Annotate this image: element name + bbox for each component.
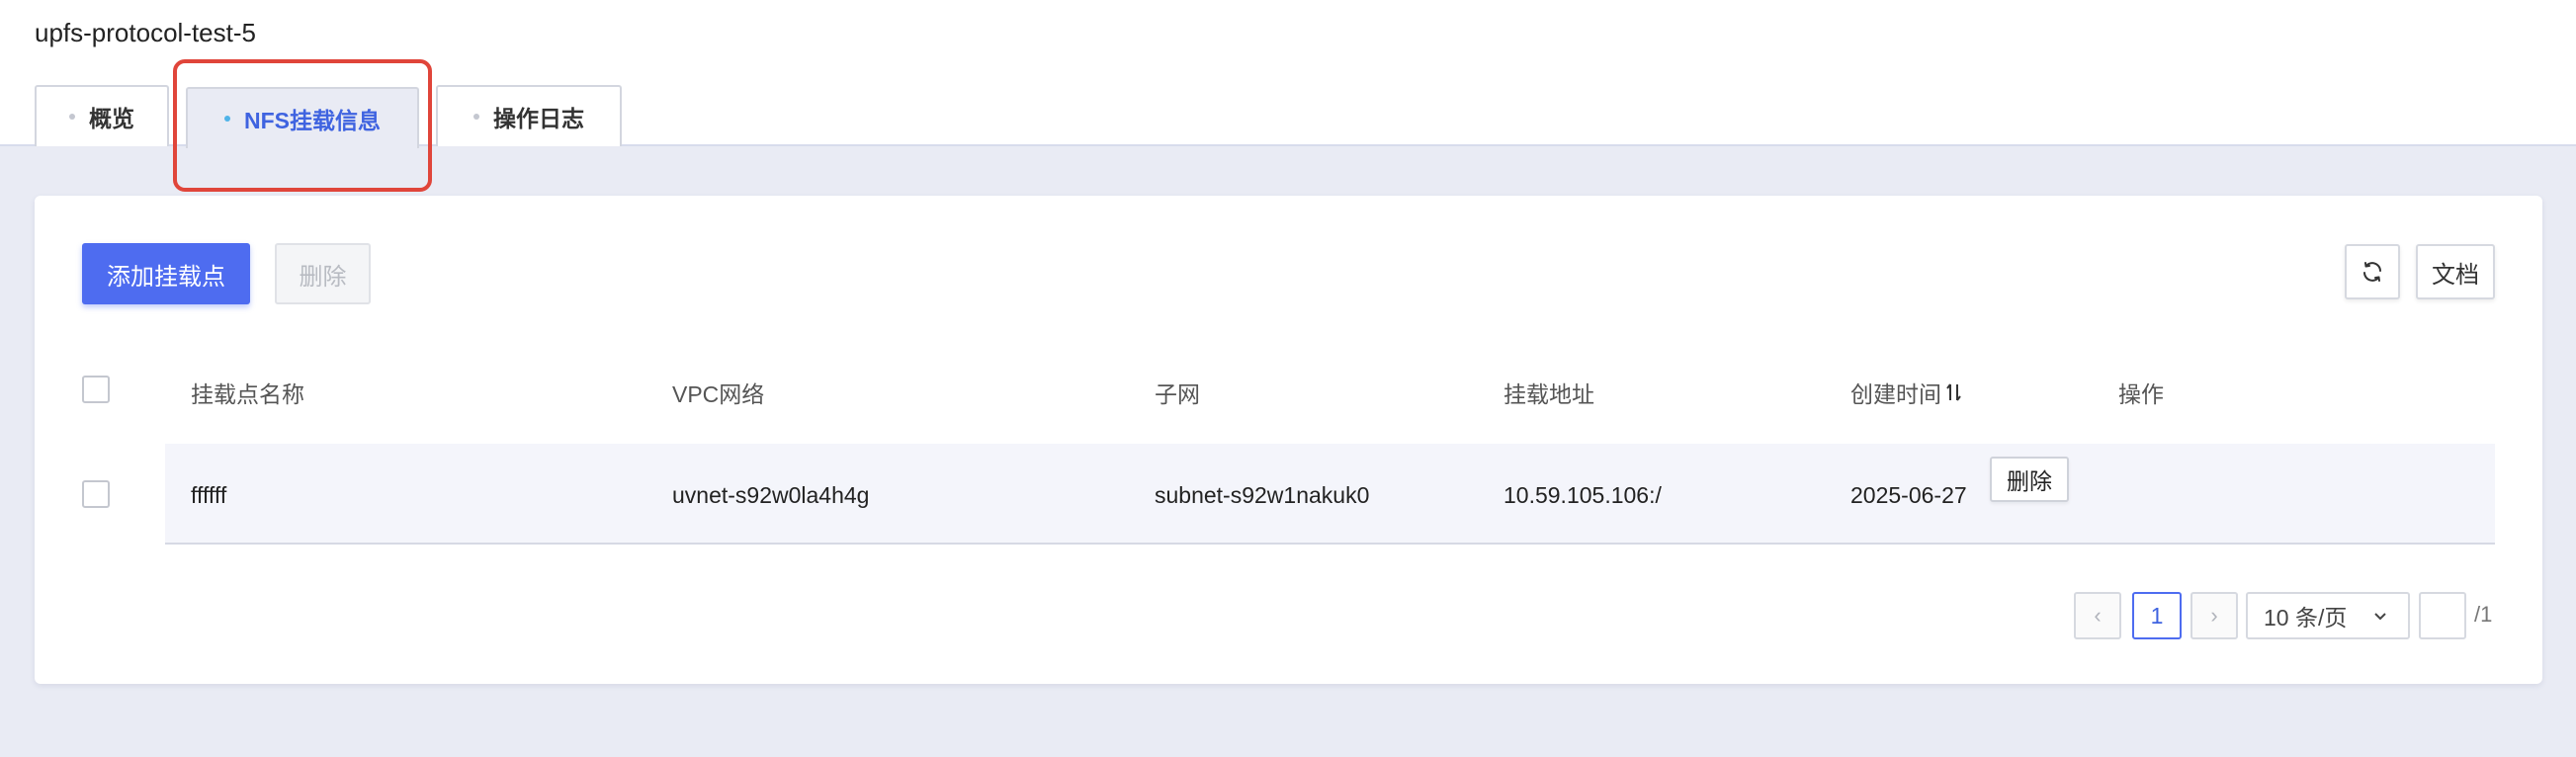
cell-created: 2025-06-27	[1850, 482, 1967, 508]
select-all-checkbox[interactable]	[82, 376, 110, 403]
next-page-button[interactable]: ›	[2190, 592, 2238, 639]
page-size-select[interactable]: 10 条/页	[2246, 592, 2410, 639]
docs-button[interactable]: 文档	[2416, 244, 2495, 299]
add-mount-point-button[interactable]: 添加挂载点	[82, 243, 250, 304]
tab-label: 概览	[89, 106, 134, 131]
column-header-created[interactable]: 创建时间	[1850, 376, 1963, 409]
column-header-vpc: VPC网络	[672, 381, 765, 407]
total-pages: /1	[2474, 602, 2493, 627]
cell-subnet: subnet-s92w1nakuk0	[1155, 482, 1370, 508]
row-delete-button[interactable]: 删除	[1990, 457, 2069, 502]
tab-label: NFS挂载信息	[244, 108, 381, 133]
goto-page-input[interactable]	[2419, 592, 2466, 639]
tab-nfs-mount-info[interactable]: NFS挂载信息	[186, 87, 419, 148]
mount-points-panel: 添加挂载点 删除 文档 挂载点名称 VPC网络 子网 挂载地址 创建时间 操作 …	[35, 196, 2542, 684]
cell-address: 10.59.105.106:/	[1503, 482, 1662, 508]
delete-button[interactable]: 删除	[275, 243, 371, 304]
tab-operation-log[interactable]: 操作日志	[436, 85, 622, 146]
page-title: upfs-protocol-test-5	[35, 18, 256, 47]
tab-dot-icon	[69, 114, 75, 120]
prev-page-button[interactable]: ‹	[2074, 592, 2121, 639]
header-area: upfs-protocol-test-5 概览 NFS挂载信息 操作日志	[0, 0, 2576, 148]
tab-overview[interactable]: 概览	[35, 85, 169, 146]
column-header-address: 挂载地址	[1503, 381, 1594, 407]
page-number-current[interactable]: 1	[2132, 592, 2182, 639]
tab-dot-icon	[473, 114, 479, 120]
refresh-button[interactable]	[2345, 244, 2400, 299]
tab-dot-icon	[224, 116, 230, 122]
refresh-icon	[2363, 262, 2381, 282]
column-header-subnet: 子网	[1155, 381, 1200, 407]
table-row: ffffff uvnet-s92w0la4h4g subnet-s92w1nak…	[165, 444, 2495, 545]
row-checkbox[interactable]	[82, 480, 110, 508]
cell-name: ffffff	[191, 482, 227, 508]
column-header-created-label: 创建时间	[1850, 381, 1941, 407]
page-size-value: 10 条/页	[2264, 605, 2348, 631]
sort-icon	[1946, 383, 1961, 401]
column-header-name: 挂载点名称	[191, 381, 304, 407]
cell-vpc: uvnet-s92w0la4h4g	[672, 482, 870, 508]
chevron-down-icon	[2374, 613, 2386, 621]
tab-label: 操作日志	[493, 106, 584, 131]
column-header-actions: 操作	[2118, 381, 2164, 407]
